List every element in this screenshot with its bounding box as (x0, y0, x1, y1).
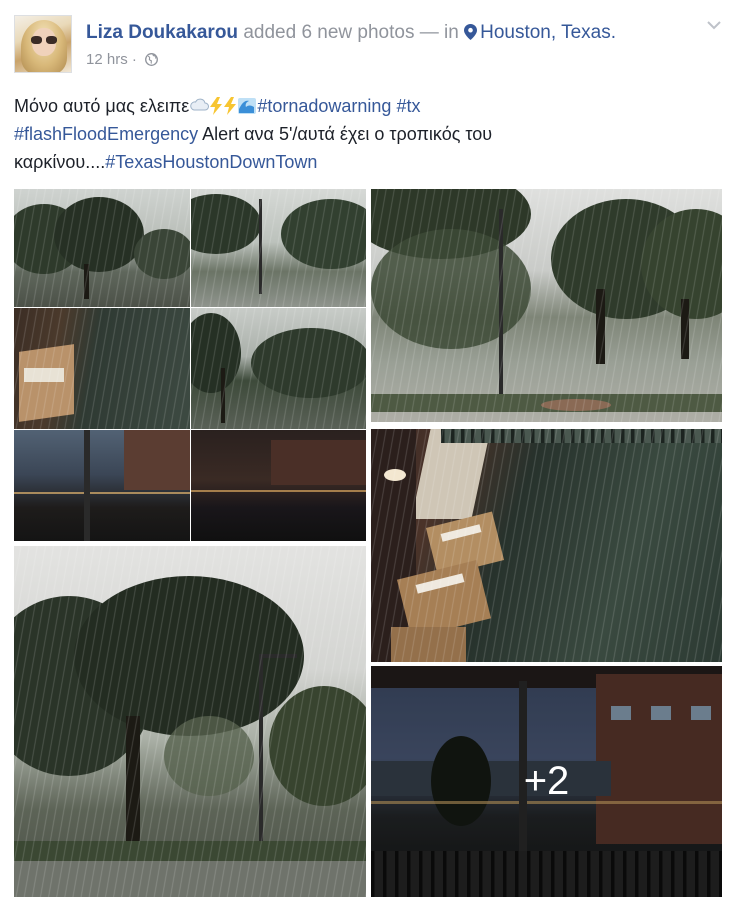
message-line-2: #flashFloodEmergency Alert ανα 5'/αυτά έ… (14, 120, 714, 148)
post-message: Μόνο αυτό μας ελειπε #tornadowarning #tx … (14, 92, 714, 176)
avatar[interactable] (14, 15, 72, 73)
post-meta: 12 hrs · (86, 51, 158, 68)
message-line-3: καρκίνου....#TexasHoustonDownTown (14, 148, 714, 176)
photo-grid: +2 (14, 189, 722, 899)
cloud-emoji (190, 98, 210, 111)
lightning-emoji (224, 97, 237, 115)
chevron-down-icon[interactable] (706, 19, 722, 31)
hashtag-link[interactable]: #flashFloodEmergency (14, 124, 198, 144)
message-text: καρκίνου.... (14, 152, 106, 172)
photo-collage[interactable] (14, 189, 366, 541)
message-line-1: Μόνο αυτό μας ελειπε #tornadowarning #tx (14, 92, 714, 120)
meta-separator: · (131, 51, 137, 68)
photo-more[interactable]: +2 (371, 666, 722, 897)
hashtag-link[interactable]: #tx (396, 96, 420, 116)
timestamp-link[interactable]: 12 hrs (86, 51, 128, 68)
location-pin-icon (464, 24, 478, 40)
message-text: Μόνο αυτό μας ελειπε (14, 96, 190, 116)
author-name-link[interactable]: Liza Doukakarou (86, 22, 238, 43)
lightning-emoji (210, 97, 223, 115)
message-text: Alert ανα 5'/αυτά έχει ο τροπικός του (198, 124, 493, 144)
more-photos-count[interactable]: +2 (371, 666, 722, 897)
hashtag-link[interactable]: #TexasHoustonDownTown (105, 152, 317, 172)
photo-tree-in-rain[interactable] (14, 546, 366, 897)
hashtag-link[interactable]: #tornadowarning (257, 96, 391, 116)
location-link[interactable]: Houston, Texas. (464, 22, 616, 43)
action-text: added 6 new photos — in (243, 22, 459, 43)
post-header: Liza Doukakarou added 6 new photos — in … (14, 15, 722, 77)
photo-balcony[interactable] (371, 429, 722, 662)
location-text: Houston, Texas. (480, 22, 617, 43)
globe-icon[interactable] (145, 53, 158, 66)
photo-rainy-street[interactable] (371, 189, 722, 422)
water-wave-emoji (238, 98, 257, 114)
post-title: Liza Doukakarou added 6 new photos — in … (86, 22, 616, 44)
